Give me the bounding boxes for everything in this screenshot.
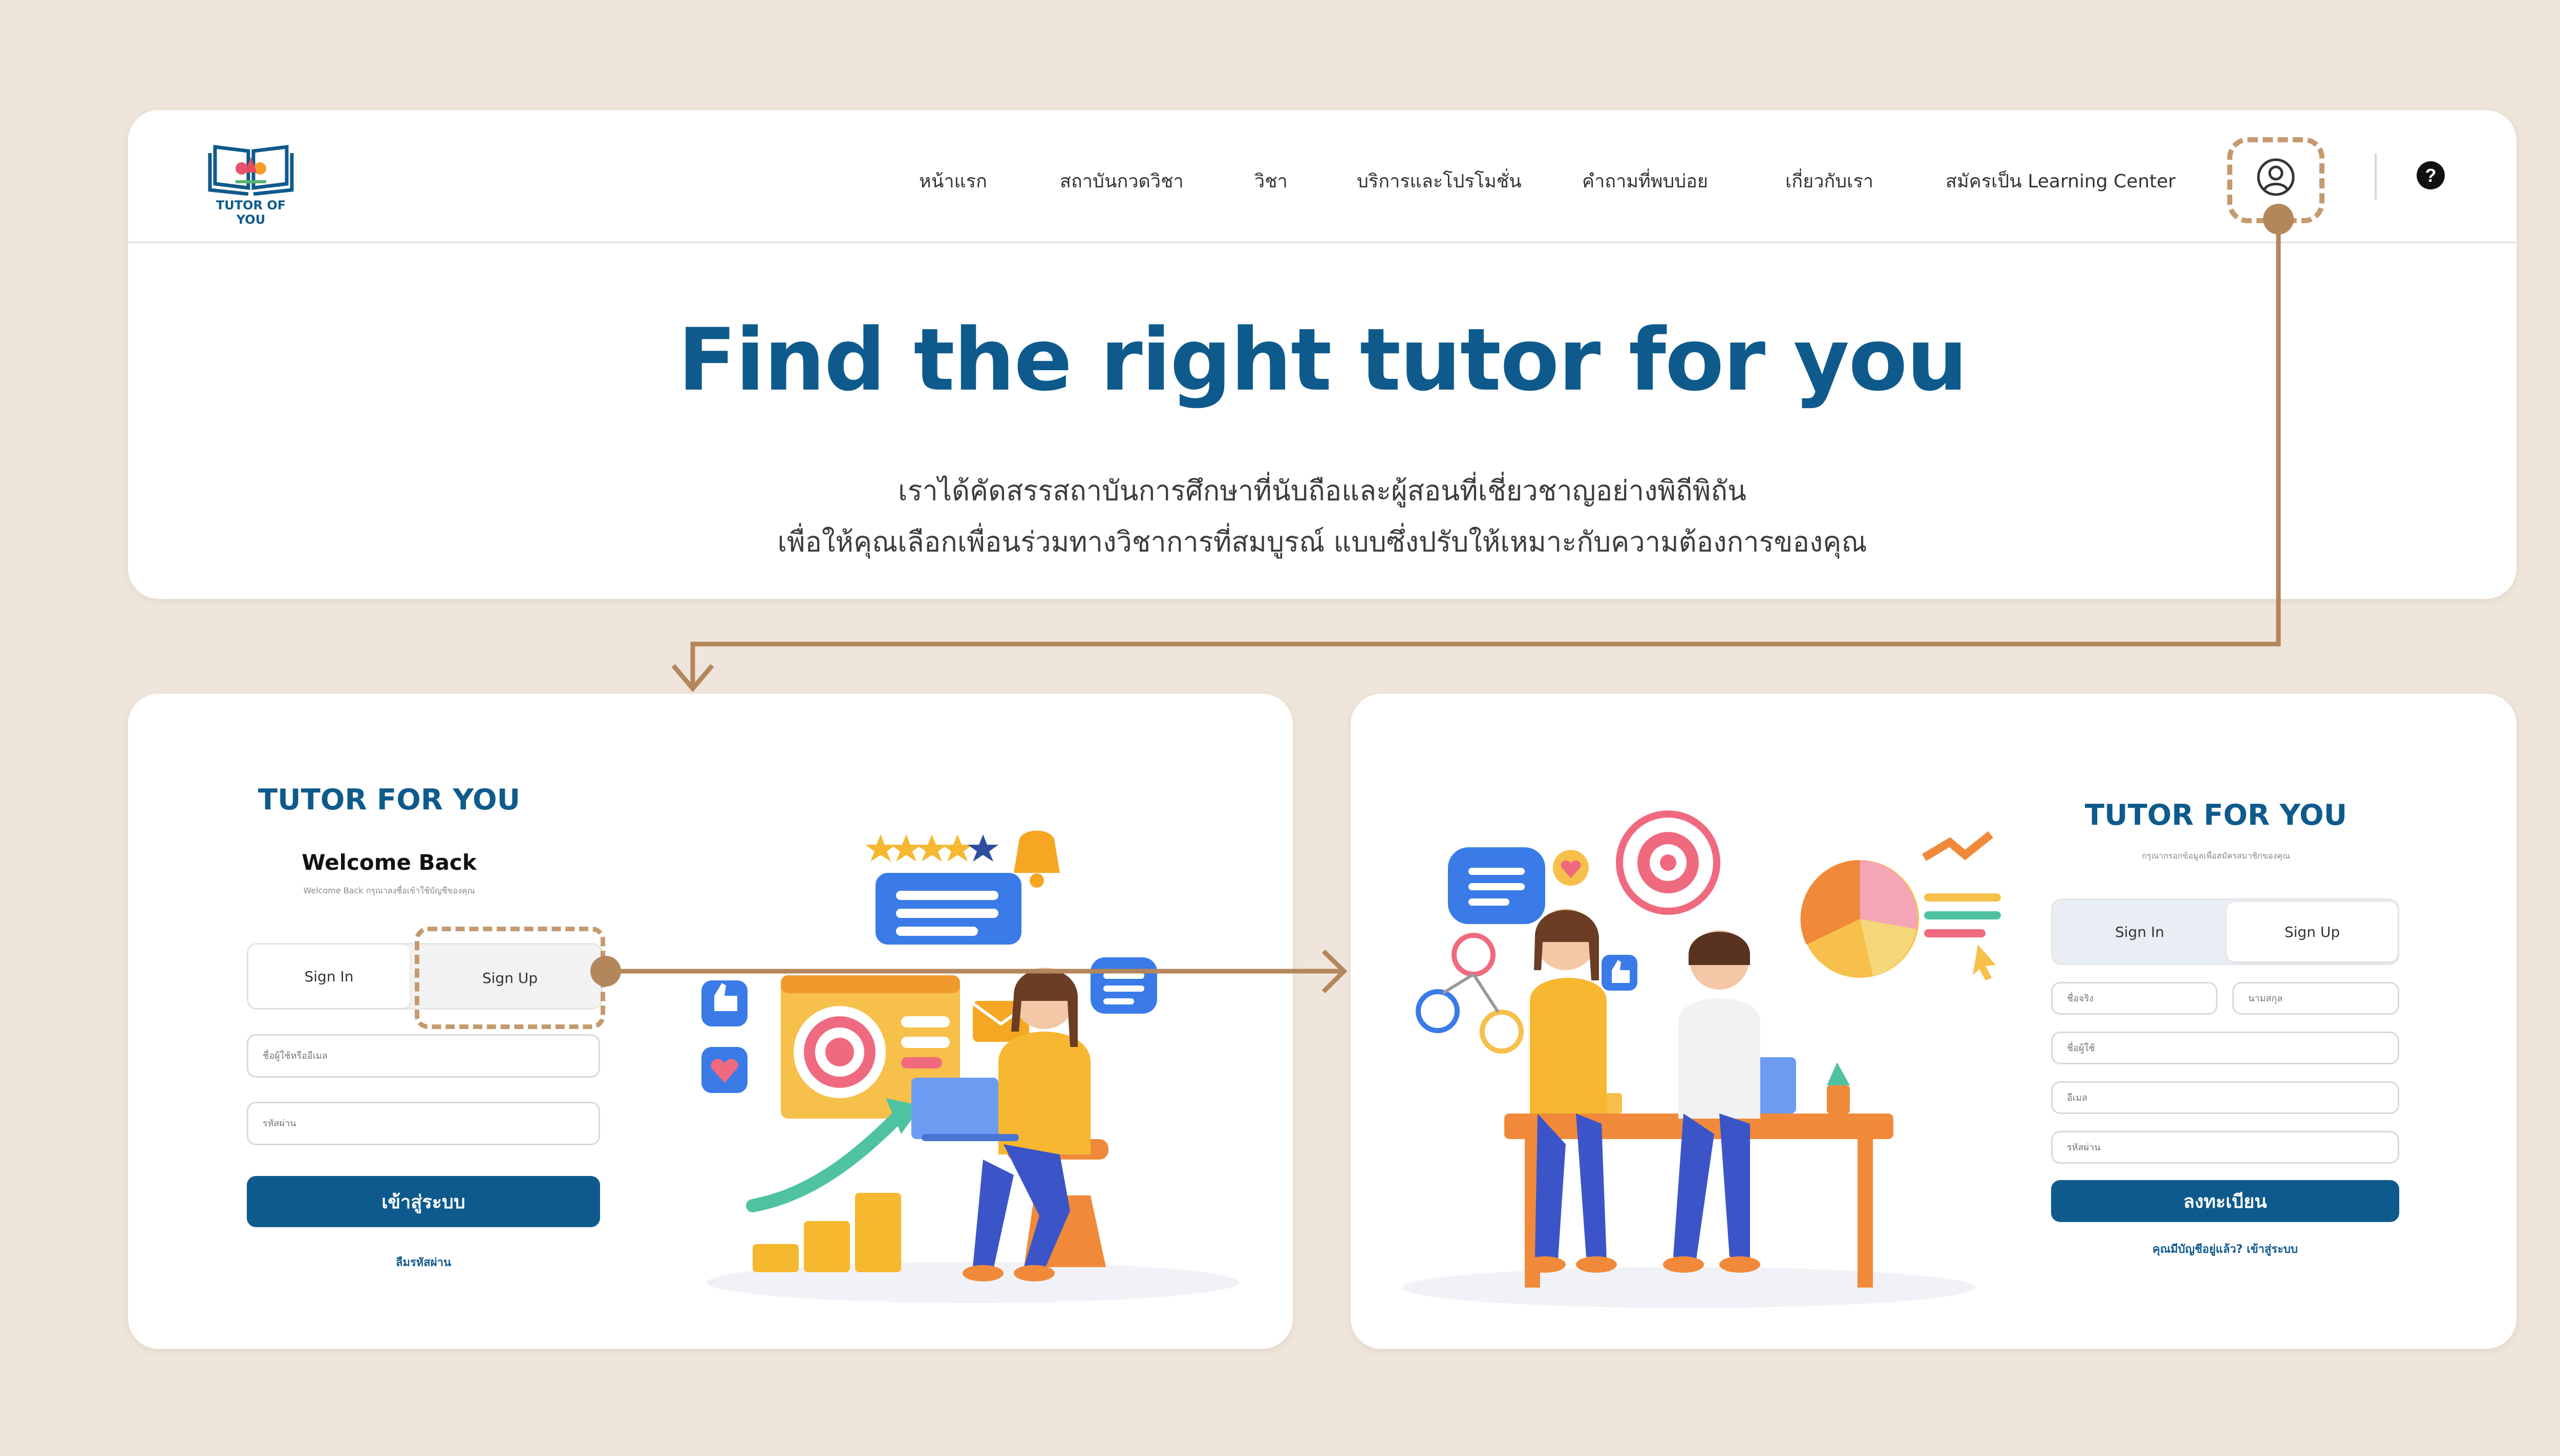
book-logo-icon xyxy=(208,145,294,196)
nav-item-learning-center[interactable]: สมัครเป็น Learning Center xyxy=(1946,166,2175,196)
signin-illustration xyxy=(701,830,1239,1303)
password-input[interactable] xyxy=(247,1102,600,1145)
tab-signin[interactable]: Sign In xyxy=(248,945,410,1008)
nav-item-home[interactable]: หน้าแรก xyxy=(919,166,987,196)
pie-chart-icon xyxy=(1800,860,1919,978)
tab-signin[interactable]: Sign In xyxy=(2053,900,2227,963)
signup-card: TUTOR FOR YOU กรุณากรอกข้อมูลเพื่อสมัครส… xyxy=(1351,694,2516,1349)
username-input[interactable] xyxy=(2051,1032,2399,1064)
signup-tagline: กรุณากรอกข้อมูลเพื่อสมัครสมาชิกของคุณ xyxy=(2142,851,2290,861)
nav-item-faq[interactable]: คำถามที่พบบ่อย xyxy=(1582,166,1708,196)
signin-tagline: Welcome Back กรุณาลงชื่อเข้าใช้บัญชีของค… xyxy=(303,886,475,895)
logo[interactable]: TUTOR OF YOU xyxy=(200,137,302,227)
signin-submit-button[interactable]: เข้าสู่ระบบ xyxy=(247,1176,600,1227)
nav-item-subjects[interactable]: วิชา xyxy=(1254,166,1288,196)
student-male xyxy=(1663,930,1760,1273)
tab-signup[interactable]: Sign Up xyxy=(2227,902,2398,961)
nav-item-about[interactable]: เกี่ยวกับเรา xyxy=(1785,166,1873,196)
nav-divider xyxy=(2375,154,2377,200)
signin-brand: TUTOR FOR YOU xyxy=(258,783,521,817)
signin-card: TUTOR FOR YOU Welcome Back Welcome Back … xyxy=(128,694,1293,1349)
rating-stars-icon xyxy=(865,834,998,862)
lastname-input[interactable] xyxy=(2232,982,2399,1015)
network-icon xyxy=(1416,933,1524,1054)
hero-title: Find the right tutor for you xyxy=(677,310,1968,410)
logo-text: TUTOR OF YOU xyxy=(216,198,286,227)
password-input[interactable] xyxy=(2051,1131,2399,1164)
welcome-heading: Welcome Back xyxy=(302,850,477,875)
target-icon xyxy=(1616,810,1720,915)
trend-chart-icon xyxy=(1922,831,2001,980)
nav-item-services[interactable]: บริการและโปรโมชั่น xyxy=(1357,166,1522,196)
help-icon[interactable]: ? xyxy=(2417,161,2445,189)
auth-tabs: Sign In Sign Up xyxy=(2051,898,2399,965)
like-icon xyxy=(1602,955,1637,991)
signup-illustration xyxy=(1402,810,2001,1308)
signup-submit-button[interactable]: ลงทะเบียน xyxy=(2051,1180,2399,1222)
nav-item-institutes[interactable]: สถาบันกวดวิชา xyxy=(1060,166,1184,196)
forgot-password-link[interactable]: ลืมรหัสผ่าน xyxy=(247,1253,600,1271)
signup-brand: TUTOR FOR YOU xyxy=(2084,799,2348,832)
landing-card: TUTOR OF YOU หน้าแรก สถาบันกวดวิชา วิชา … xyxy=(128,110,2516,599)
firstname-input[interactable] xyxy=(2051,982,2217,1015)
navbar: TUTOR OF YOU หน้าแรก สถาบันกวดวิชา วิชา … xyxy=(128,110,2516,243)
small-chat-icon xyxy=(1091,957,1157,1014)
heart-badge-icon xyxy=(1553,850,1589,886)
bell-icon xyxy=(1014,830,1060,888)
like-icon xyxy=(701,980,748,1026)
auth-tabs: Sign In Sign Up xyxy=(247,927,605,1029)
login-link[interactable]: คุณมีบัญชีอยู่แล้ว? เข้าสู่ระบบ xyxy=(2051,1240,2399,1258)
chat-bubble-icon xyxy=(1448,847,1545,924)
hero-subtitle-line2: เพื่อให้คุณเลือกเพื่อนร่วมทางวิชาการที่ส… xyxy=(777,526,1867,558)
heart-icon xyxy=(701,1047,748,1093)
email-input[interactable] xyxy=(2051,1081,2399,1114)
user-icon xyxy=(2257,158,2295,196)
user-account-button[interactable] xyxy=(2227,137,2324,223)
hero-subtitle-line1: เราได้คัดสรรสถาบันการศึกษาที่นับถือและผู… xyxy=(898,475,1746,507)
chat-bubble-icon xyxy=(876,873,1021,945)
username-input[interactable] xyxy=(247,1034,600,1078)
tab-signup[interactable]: Sign Up xyxy=(415,927,605,1029)
